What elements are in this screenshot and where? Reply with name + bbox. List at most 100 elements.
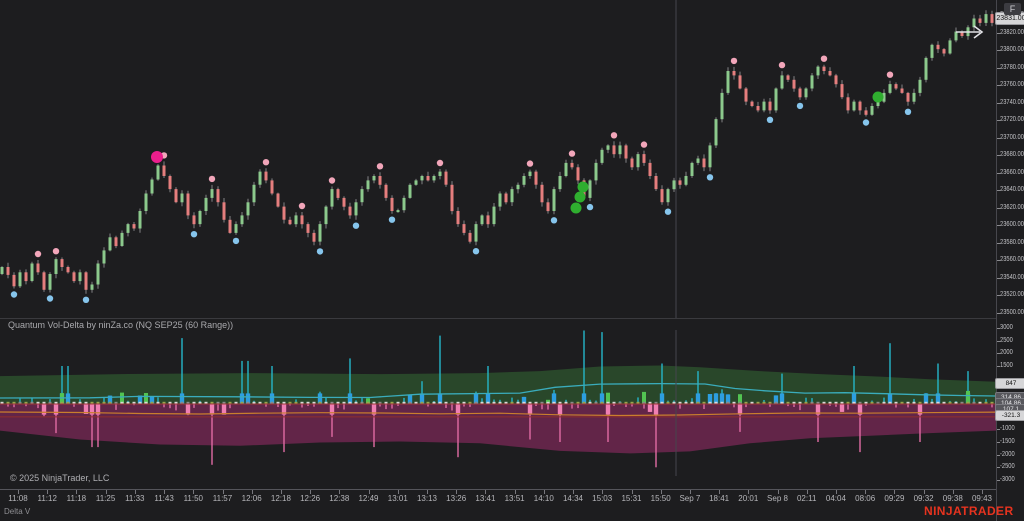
time-label: 12:26	[300, 494, 320, 503]
price-axis-label: 23560.00	[1000, 256, 1024, 263]
swing-low-dot	[707, 174, 713, 180]
signal-dot-green	[873, 92, 884, 103]
price-axis-label: 23520.00	[1000, 291, 1024, 298]
swing-high-dot	[329, 177, 335, 183]
price-axis-label: 23720.00	[1000, 116, 1024, 123]
swing-low-dot	[905, 109, 911, 115]
time-label: 12:18	[271, 494, 291, 503]
price-axis-label: 23780.00	[1000, 64, 1024, 71]
swing-low-dot	[353, 223, 359, 229]
delta-axis-label: 1500	[1000, 362, 1013, 369]
time-label: 11:12	[37, 494, 56, 503]
price-axis[interactable]: 23840.0023820.0023800.0023780.0023760.00…	[996, 0, 1024, 521]
swing-high-dot	[209, 176, 215, 182]
swing-high-dot	[377, 163, 383, 169]
swing-high-dot	[641, 141, 647, 147]
swing-low-dot	[551, 217, 557, 223]
price-axis-label: 23700.00	[1000, 134, 1024, 141]
price-axis-label: 23800.00	[1000, 46, 1024, 53]
time-label: 15:50	[651, 494, 671, 503]
time-label: 20:01	[738, 494, 758, 503]
swing-high-dot	[821, 56, 827, 62]
panel-divider[interactable]	[0, 318, 1024, 319]
time-label: 11:33	[125, 494, 144, 503]
delta-chart[interactable]	[0, 330, 996, 476]
price-axis-label: 23820.00	[1000, 29, 1024, 36]
swing-low-dot	[11, 291, 17, 297]
time-label: 12:38	[329, 494, 349, 503]
swing-low-dot	[191, 231, 197, 237]
delta-value-badge: 847	[995, 378, 1024, 389]
time-label: 14:34	[563, 494, 583, 503]
price-chart[interactable]	[0, 0, 996, 318]
time-label: 11:43	[154, 494, 173, 503]
signal-dot-green	[575, 192, 586, 203]
price-axis-label: 23640.00	[1000, 186, 1024, 193]
time-label: 14:10	[534, 494, 554, 503]
focus-button[interactable]: F	[1004, 3, 1021, 15]
delta-axis-label: -3000	[1000, 476, 1015, 483]
time-label: Sep 7	[679, 494, 700, 503]
time-label: 13:01	[388, 494, 408, 503]
time-label: 09:38	[943, 494, 963, 503]
price-axis-label: 23540.00	[1000, 274, 1024, 281]
delta-axis-label: 3000	[1000, 324, 1013, 331]
delta-axis-label: 2500	[1000, 337, 1013, 344]
swing-low-dot	[83, 297, 89, 303]
price-axis-label: 23600.00	[1000, 221, 1024, 228]
price-axis-label: 23680.00	[1000, 151, 1024, 158]
swing-low-dot	[317, 248, 323, 254]
copyright-text: © 2025 NinjaTrader, LLC	[10, 473, 109, 483]
price-axis-label: 23620.00	[1000, 204, 1024, 211]
swing-high-dot	[887, 72, 893, 78]
time-label: 11:57	[213, 494, 232, 503]
indicator-label: Quantum Vol-Delta by ninZa.co (NQ SEP25 …	[8, 320, 233, 330]
delta-panel-label: Delta V	[4, 507, 30, 516]
time-label: 04:04	[826, 494, 846, 503]
swing-low-dot	[863, 119, 869, 125]
swing-low-dot	[665, 209, 671, 215]
delta-value-badge: -321.3	[995, 410, 1024, 421]
time-label: 09:29	[884, 494, 904, 503]
swing-high-dot	[611, 132, 617, 138]
swing-low-dot	[389, 217, 395, 223]
time-label: 13:41	[475, 494, 495, 503]
time-axis[interactable]	[0, 489, 996, 490]
time-label: 09:32	[914, 494, 934, 503]
price-axis-label: 23580.00	[1000, 239, 1024, 246]
time-label: 11:50	[184, 494, 203, 503]
swing-high-dot	[569, 150, 575, 156]
time-label: 18:41	[709, 494, 729, 503]
time-label: 12:06	[242, 494, 262, 503]
time-label: 02:11	[797, 494, 816, 503]
time-label: 15:31	[621, 494, 641, 503]
swing-high-dot	[263, 159, 269, 165]
time-label: 13:13	[417, 494, 437, 503]
delta-axis-label: -1500	[1000, 438, 1015, 445]
swing-low-dot	[47, 295, 53, 301]
swing-high-dot	[35, 251, 41, 257]
go-to-latest-arrow-icon[interactable]	[952, 24, 988, 40]
swing-low-dot	[797, 103, 803, 109]
time-label: Sep 8	[767, 494, 788, 503]
delta-axis-label: -2000	[1000, 451, 1015, 458]
signal-dot-green	[571, 203, 582, 214]
time-label: 15:03	[592, 494, 612, 503]
swing-high-dot	[53, 248, 59, 254]
swing-low-dot	[473, 248, 479, 254]
time-label: 11:18	[67, 494, 86, 503]
ninjatrader-logo: NINJATRADER	[924, 504, 1014, 518]
price-axis-label: 23660.00	[1000, 169, 1024, 176]
time-label: 13:26	[446, 494, 466, 503]
swing-high-dot	[299, 203, 305, 209]
signal-dot-green	[578, 182, 589, 193]
delta-axis-label: 2000	[1000, 349, 1013, 356]
time-label: 11:08	[8, 494, 27, 503]
swing-high-dot	[731, 58, 737, 64]
price-axis-label: 23500.00	[1000, 309, 1024, 316]
chart-window: Quantum Vol-Delta by ninZa.co (NQ SEP25 …	[0, 0, 1024, 521]
time-label: 09:43	[972, 494, 992, 503]
delta-axis-label: -1000	[1000, 425, 1015, 432]
time-label: 13:51	[505, 494, 525, 503]
price-axis-label: 23760.00	[1000, 81, 1024, 88]
